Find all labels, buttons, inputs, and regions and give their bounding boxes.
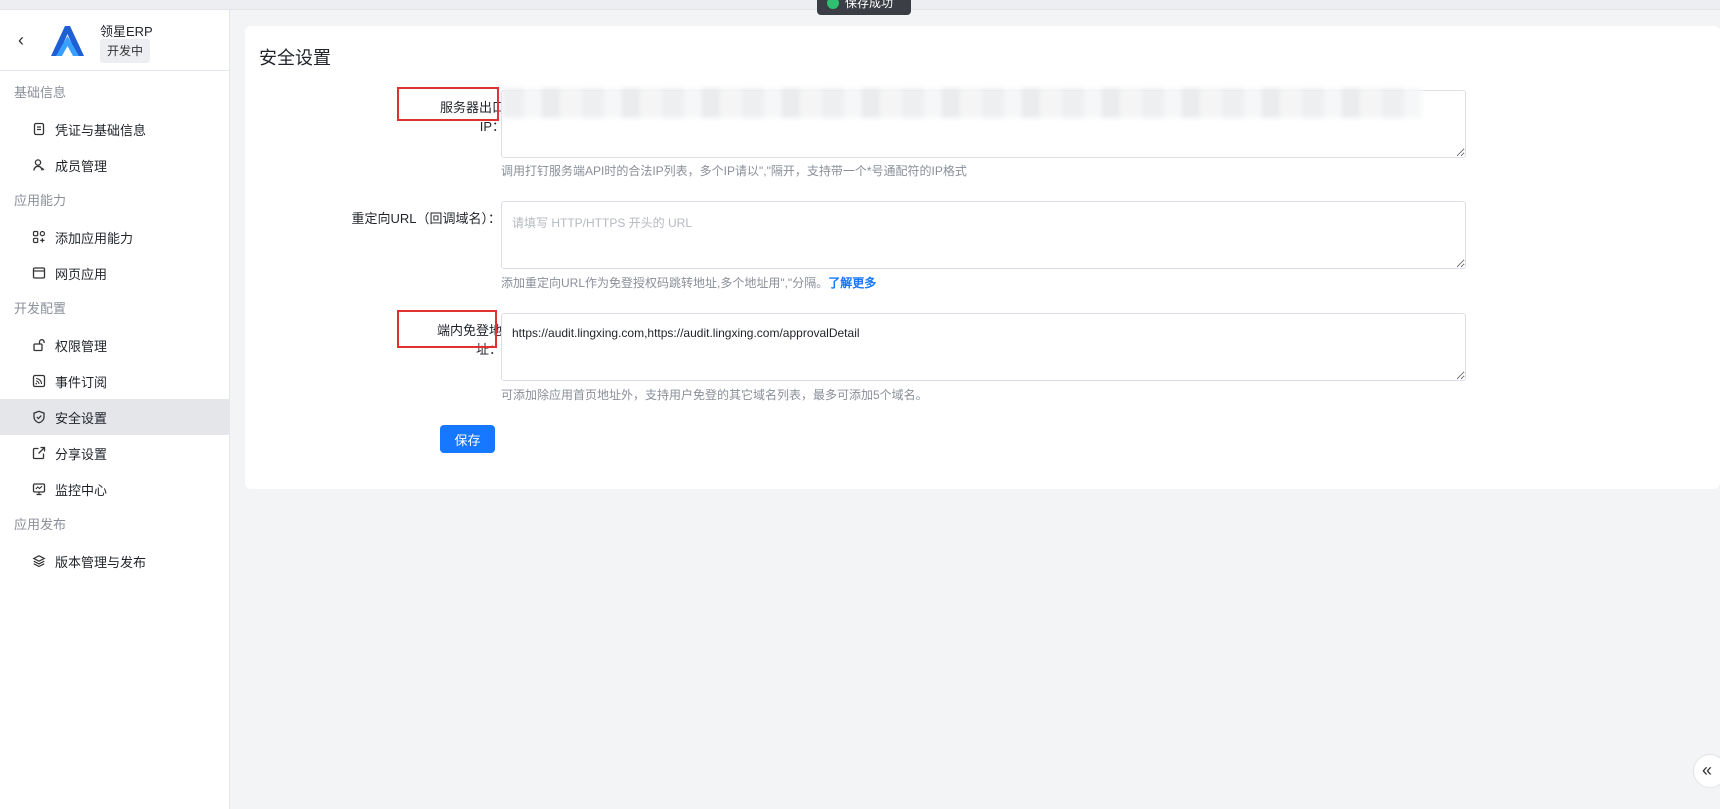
highlight-box-ip [397,87,499,121]
nav-group-basic: 基础信息 [14,85,67,100]
sidebar-item-share[interactable]: 分享设置 [0,435,229,471]
sidebar-item-label: 权限管理 [55,338,108,354]
sidebar-item-label: 分享设置 [55,446,108,462]
unlock-icon [33,339,45,352]
redirect-url-help: 添加重定向URL作为免登授权码跳转地址,多个地址用","分隔。了解更多 [501,274,876,291]
login-address-input[interactable]: https://audit.lingxing.com,https://audit… [501,313,1466,381]
shield-icon [33,410,45,424]
nav-group-capabilities: 应用能力 [14,193,67,208]
sidebar-item-monitor[interactable]: 监控中心 [0,471,229,507]
apps-icon [32,230,46,244]
app-name: 领星ERP [100,24,153,39]
redacted-ip-values [502,88,1422,118]
status-badge: 开发中 [100,39,151,63]
sidebar-item-events[interactable]: 事件订阅 [0,363,229,399]
success-toast: 保存成功 [817,0,911,15]
sidebar-item-label: 网页应用 [55,266,108,282]
nav-group-dev-config: 开发配置 [14,301,67,316]
sidebar-nav: 基础信息 凭证与基础信息 成员管理 应用能力 添加应用能力 网页应用 开发配置 … [0,71,229,579]
sidebar-item-label: 监控中心 [55,482,108,498]
sidebar-item-label: 凭证与基础信息 [55,122,147,138]
monitor-icon [32,483,46,496]
security-settings-card: 安全设置 服务器出口IP： 调用打钉服务端API时的合法IP列表，多个IP请以"… [245,26,1720,489]
save-button[interactable]: 保存 [440,425,495,453]
layers-icon [32,555,46,568]
share-icon [32,446,46,460]
login-address-help: 可添加除应用首页地址外，支持用户免登的其它域名列表，最多可添加5个域名。 [501,388,928,402]
redirect-url-help-text: 添加重定向URL作为免登授权码跳转地址,多个地址用","分隔。 [501,276,829,290]
collapse-icon[interactable]: « [1693,754,1720,788]
sidebar-item-label: 事件订阅 [55,374,108,390]
sidebar: ‹ 领星ERP 开发中 基础信息 凭证与基础信息 成员管理 应用能力 添加应用能… [0,10,230,809]
sidebar-item-add-capability[interactable]: 添加应用能力 [0,219,229,255]
page-title: 安全设置 [259,48,331,68]
browser-icon [32,267,46,279]
sidebar-item-security[interactable]: 安全设置 [0,399,229,435]
sidebar-item-label: 版本管理与发布 [55,554,147,570]
nav-group-release: 应用发布 [14,517,67,532]
sidebar-item-versions[interactable]: 版本管理与发布 [0,543,229,579]
sidebar-item-label: 添加应用能力 [55,230,134,246]
toast-text: 保存成功 [845,0,894,10]
back-icon[interactable]: ‹ [12,30,30,50]
sidebar-item-permissions[interactable]: 权限管理 [0,327,229,363]
sidebar-item-members[interactable]: 成员管理 [0,147,229,183]
rss-icon [32,374,46,388]
learn-more-link[interactable]: 了解更多 [828,276,876,290]
sidebar-item-label: 安全设置 [55,410,108,426]
user-icon [33,159,45,171]
sidebar-item-web-app[interactable]: 网页应用 [0,255,229,291]
ip-field-help: 调用打钉服务端API时的合法IP列表，多个IP请以","隔开，支持带一个*号通配… [501,164,967,178]
highlight-box-login [397,310,497,348]
app-logo [51,26,84,56]
sidebar-item-label: 成员管理 [55,158,108,174]
redirect-url-label: 重定向URL（回调域名）： [351,211,501,226]
success-icon [827,0,839,9]
app-header: ‹ 领星ERP 开发中 [0,10,229,71]
document-icon [33,122,45,136]
sidebar-item-credentials[interactable]: 凭证与基础信息 [0,111,229,147]
redirect-url-input[interactable] [501,201,1466,269]
